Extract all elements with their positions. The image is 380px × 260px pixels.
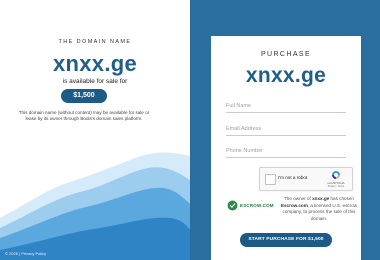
recaptcha-label: I'm not a robot: [278, 175, 308, 180]
escrow-text-company: Escrow.com: [280, 202, 308, 208]
purchase-title: PURCHASE: [260, 51, 312, 58]
email-field[interactable]: [226, 123, 346, 136]
recaptcha-widget: I'm not a robot reCAPTCHA Privacy - Term…: [259, 167, 353, 191]
domain-eyebrow: THE DOMAIN NAME: [58, 39, 132, 45]
price-button[interactable]: $1,500: [61, 89, 107, 103]
recaptcha-terms[interactable]: Privacy - Terms: [323, 185, 349, 188]
start-purchase-button[interactable]: START PURCHASE FOR $1,500: [240, 233, 332, 247]
escrow-description: The owner of xnxx.ge has chosen Escrow.c…: [279, 196, 359, 222]
purchase-card: PURCHASE xnxx.ge I'm not a robot reCAPTC…: [211, 36, 361, 260]
full-name-field[interactable]: [226, 100, 346, 113]
right-panel: PURCHASE xnxx.ge I'm not a robot reCAPTC…: [190, 0, 380, 260]
phone-field[interactable]: [226, 145, 346, 158]
disclaimer-text: This domain name (without content) may b…: [18, 110, 150, 121]
escrow-logo-text: ESCROW.COM: [240, 203, 274, 208]
copyright-text[interactable]: © 2025 | Privacy Policy: [5, 251, 46, 256]
availability-text: is available for sale for: [62, 78, 128, 85]
left-panel: THE DOMAIN NAME xnxx.ge is available for…: [0, 0, 190, 260]
escrow-text-prefix: The owner of: [284, 196, 313, 201]
recaptcha-logo-icon: [332, 171, 340, 179]
escrow-text-middle: has chosen: [329, 196, 354, 201]
card-domain-name: xnxx.ge: [245, 64, 327, 87]
escrow-text-domain: xnxx.ge: [312, 196, 330, 201]
recaptcha-checkbox[interactable]: [265, 174, 276, 185]
domain-name-heading: xnxx.ge: [52, 51, 138, 76]
escrow-shield-icon: [227, 200, 238, 211]
